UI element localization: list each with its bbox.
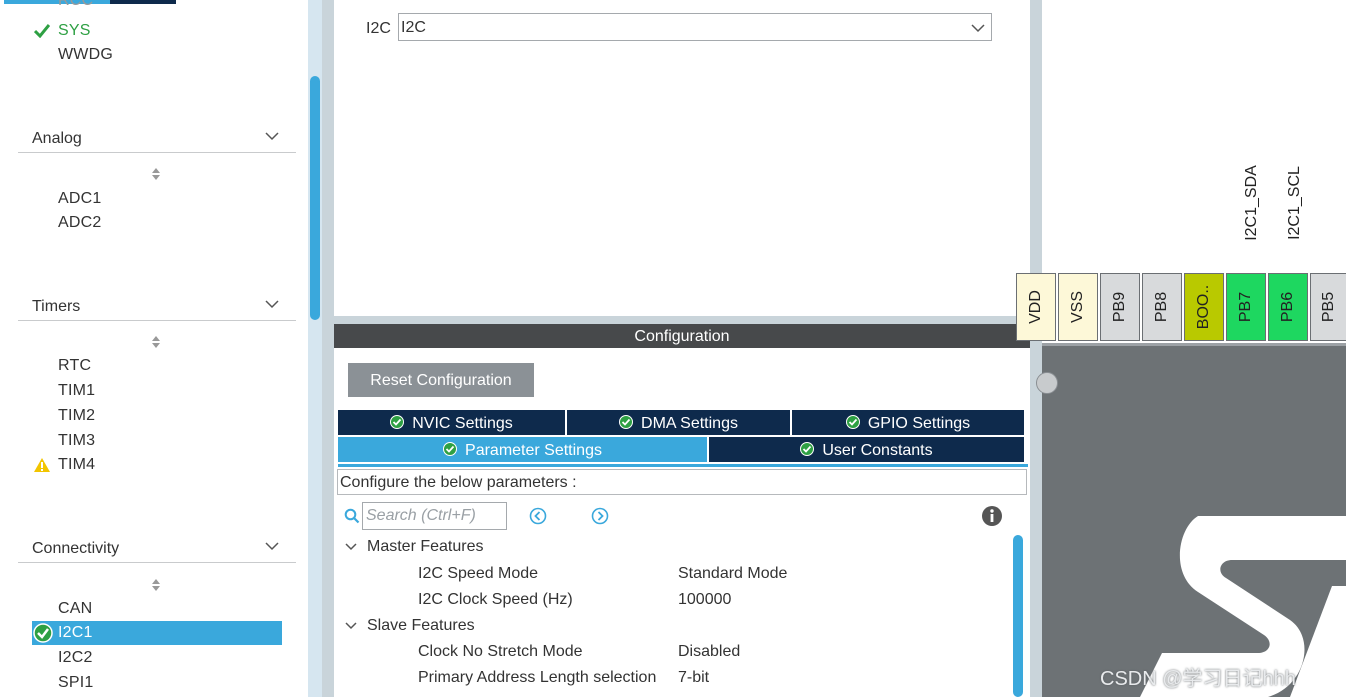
mode-label: I2C — [366, 20, 391, 37]
list-item-tim3[interactable]: TIM3 — [58, 432, 95, 450]
section-connectivity[interactable]: Connectivity — [18, 536, 296, 563]
signal-label-i2c1-scl: I2C1_SCL — [1286, 166, 1303, 240]
check-circle-icon — [800, 442, 815, 456]
check-circle-icon — [619, 415, 634, 429]
chevron-down-icon — [345, 622, 357, 630]
tab-label: DMA Settings — [641, 415, 738, 432]
section-title: Timers — [32, 298, 81, 315]
next-match-icon[interactable] — [591, 507, 609, 525]
list-item-i2c2[interactable]: I2C2 — [58, 649, 93, 667]
mode-select-value: I2C — [401, 19, 426, 36]
list-item-tim2[interactable]: TIM2 — [58, 407, 95, 425]
pin-vss[interactable]: VSS — [1058, 273, 1098, 341]
search-icon — [344, 508, 360, 524]
section-title: Connectivity — [32, 540, 120, 557]
left-scrollbar-thumb[interactable] — [310, 76, 320, 320]
list-item-sys[interactable]: SYS — [58, 22, 91, 40]
tab-label: Parameter Settings — [465, 442, 602, 459]
sort-icon[interactable] — [150, 166, 162, 182]
pin-vdd[interactable]: VDD — [1016, 273, 1056, 341]
section-title: Analog — [32, 130, 82, 147]
configure-hint-text: Configure the below parameters : — [340, 474, 577, 491]
group-title: Master Features — [367, 538, 484, 555]
param-name: Clock No Stretch Mode — [418, 643, 583, 660]
section-timers[interactable]: Timers — [18, 294, 296, 321]
param-name: Primary Address Length selection — [418, 669, 657, 686]
list-item-spi1[interactable]: SPI1 — [58, 674, 94, 692]
check-circle-icon — [33, 623, 53, 643]
param-value[interactable]: Standard Mode — [678, 565, 787, 583]
info-icon[interactable] — [981, 505, 1003, 527]
list-item-i2c1[interactable]: I2C1 — [58, 624, 93, 642]
list-item-adc2[interactable]: ADC2 — [58, 214, 101, 232]
view-tab-categories[interactable] — [4, 0, 110, 4]
tab-gpio-settings[interactable]: GPIO Settings — [792, 410, 1024, 435]
list-item-can[interactable]: CAN — [58, 600, 92, 618]
check-circle-icon — [390, 415, 405, 429]
tab-user-constants[interactable]: User Constants — [709, 437, 1024, 462]
category-panel: RCC SYS WWDG Analog ADC1 ADC2 Timers RTC… — [0, 0, 322, 697]
sort-icon[interactable] — [150, 577, 162, 593]
pin-pb8[interactable]: PB8 — [1142, 273, 1182, 341]
tab-underline — [338, 464, 1028, 467]
check-icon — [34, 24, 50, 38]
chevron-down-icon — [971, 24, 985, 33]
chevron-down-icon — [265, 132, 279, 141]
tab-label: NVIC Settings — [412, 415, 513, 432]
group-title: Slave Features — [367, 617, 475, 634]
configuration-scrollbar-thumb[interactable] — [1013, 535, 1023, 697]
param-value[interactable]: Disabled — [678, 643, 740, 661]
tab-parameter-settings[interactable]: Parameter Settings — [338, 437, 709, 462]
param-value[interactable]: 7-bit — [678, 669, 709, 687]
list-item-adc1[interactable]: ADC1 — [58, 190, 101, 208]
signal-label-i2c1-sda: I2C1_SDA — [1243, 165, 1260, 241]
list-item-tim1[interactable]: TIM1 — [58, 382, 95, 400]
list-item-rtc[interactable]: RTC — [58, 357, 91, 375]
mode-select[interactable]: I2C — [398, 13, 992, 41]
warning-icon — [34, 458, 50, 472]
configure-hint: Configure the below parameters : — [337, 469, 1027, 495]
splitter-horizontal[interactable] — [334, 316, 1030, 324]
check-circle-icon — [443, 442, 458, 456]
pin-pb9[interactable]: PB9 — [1100, 273, 1140, 341]
configuration-header: Configuration — [334, 324, 1030, 348]
list-item-wwdg[interactable]: WWDG — [58, 46, 113, 64]
section-analog[interactable]: Analog — [18, 126, 296, 153]
splitter-left[interactable] — [322, 0, 334, 697]
pin-pb6[interactable]: PB6 — [1268, 273, 1308, 341]
pin1-marker — [1036, 372, 1058, 394]
chevron-down-icon — [345, 543, 357, 551]
param-name: I2C Clock Speed (Hz) — [418, 591, 573, 608]
check-circle-icon — [845, 415, 860, 429]
tab-nvic-settings[interactable]: NVIC Settings — [338, 410, 567, 435]
splitter-right[interactable] — [1030, 0, 1042, 697]
search-input[interactable] — [362, 502, 507, 530]
watermark: CSDN @学习日记hhh — [1100, 668, 1296, 690]
mode-panel — [334, 0, 1030, 316]
previous-match-icon[interactable] — [529, 507, 547, 525]
view-tab-az[interactable] — [110, 0, 176, 4]
tab-label: GPIO Settings — [867, 415, 971, 432]
pin-boot0[interactable]: BOO.. — [1184, 273, 1224, 341]
list-item-tim4[interactable]: TIM4 — [58, 456, 95, 474]
tab-label: User Constants — [822, 442, 933, 459]
param-name: I2C Speed Mode — [418, 565, 539, 582]
tab-dma-settings[interactable]: DMA Settings — [567, 410, 792, 435]
pin-pb5[interactable]: PB5 — [1310, 273, 1346, 341]
sort-icon[interactable] — [150, 334, 162, 350]
chevron-down-icon — [265, 542, 279, 551]
list-item-rcc[interactable]: RCC — [58, 0, 93, 10]
chevron-down-icon — [265, 300, 279, 309]
pin-pb7[interactable]: PB7 — [1226, 273, 1266, 341]
reset-configuration-button[interactable]: Reset Configuration — [348, 363, 534, 397]
param-value[interactable]: 100000 — [678, 591, 731, 609]
